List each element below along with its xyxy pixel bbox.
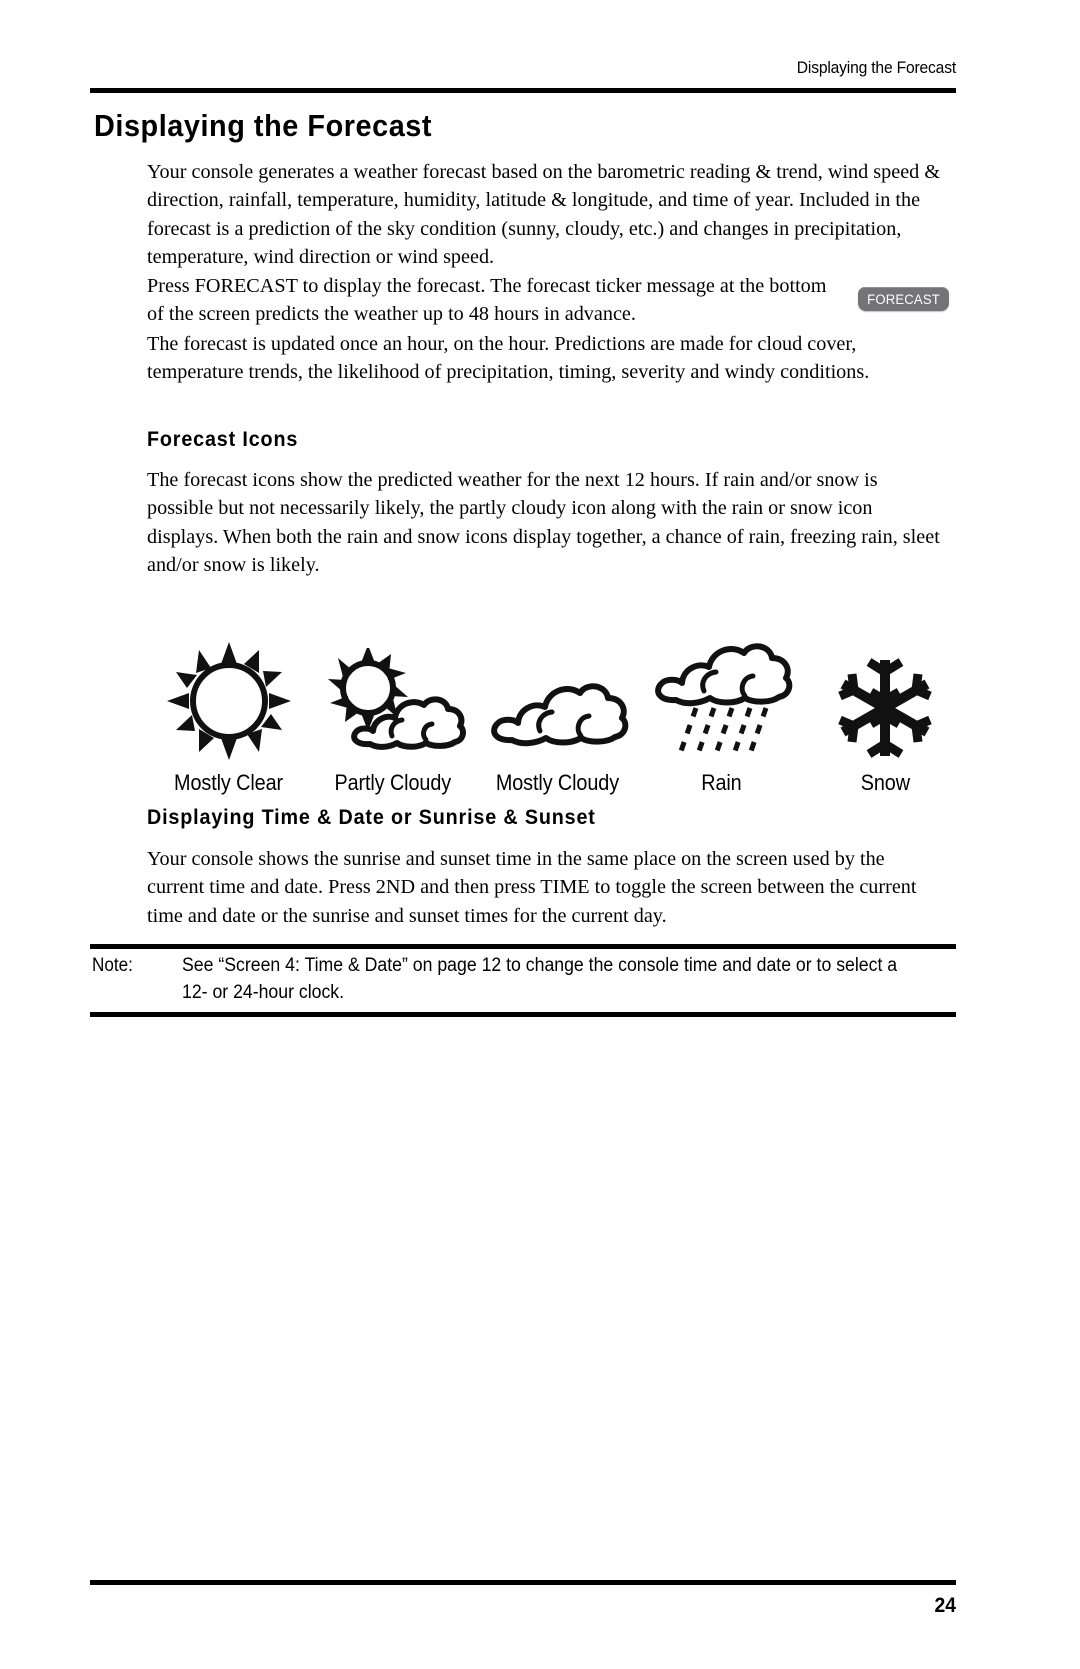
- forecast-button-key: FORECAST: [858, 287, 949, 311]
- note-block: Note: See “Screen 4: Time & Date” on pag…: [92, 952, 954, 1006]
- forecast-icon-row: Mostly Clear Partly Cloudy Mostly Cloudy…: [147, 606, 967, 796]
- note-text: See “Screen 4: Time & Date” on page 12 t…: [182, 955, 898, 1003]
- forecast-button-label: FORECAST: [867, 291, 940, 307]
- paragraph-press-forecast: Press FORECAST to display the forecast. …: [147, 275, 827, 326]
- manual-page: Displaying the Forecast Displaying the F…: [0, 0, 1080, 1669]
- cloud-rain-icon: [646, 640, 796, 760]
- paragraph-forecast-icons: The forecast icons show the predicted we…: [147, 469, 940, 577]
- footer-rule: [90, 1580, 956, 1585]
- note-rule-bottom: [90, 1012, 956, 1017]
- forecast-icon-label: Partly Cloudy: [334, 770, 452, 795]
- forecast-icon-cell-mostly-clear: Mostly Clear: [147, 640, 311, 796]
- forecast-icon-cell-partly-cloudy: Partly Cloudy: [311, 640, 475, 796]
- paragraph-forecast-updated: The forecast is updated once an hour, on…: [147, 333, 870, 384]
- forecast-icon-cell-rain: Rain: [639, 640, 803, 796]
- heading-time-date: Displaying Time & Date or Sunrise & Suns…: [147, 806, 596, 829]
- sun-icon: [167, 640, 291, 760]
- snowflake-icon: [833, 640, 937, 760]
- heading-forecast-icons: Forecast Icons: [147, 428, 299, 451]
- forecast-icon-cell-snow: Snow: [803, 640, 967, 796]
- paragraph-intro: Your console generates a weather forecas…: [147, 161, 941, 269]
- page-number: 24: [934, 1594, 956, 1617]
- running-header: Displaying the Forecast: [796, 58, 956, 77]
- paragraph-time-date: Your console shows the sunrise and sunse…: [147, 848, 917, 927]
- forecast-icon-label: Mostly Clear: [174, 770, 284, 795]
- forecast-icon-label: Rain: [700, 770, 742, 795]
- forecast-icon-label: Mostly Cloudy: [495, 770, 619, 795]
- note-label: Note:: [92, 955, 133, 976]
- sun-behind-cloud-icon: [318, 640, 468, 760]
- cloud-icon: [482, 640, 632, 760]
- forecast-icon-label: Snow: [860, 770, 910, 795]
- forecast-icon-cell-mostly-cloudy: Mostly Cloudy: [475, 640, 639, 796]
- header-rule: [90, 88, 956, 93]
- page-title: Displaying the Forecast: [94, 108, 433, 143]
- note-rule-top: [90, 944, 956, 949]
